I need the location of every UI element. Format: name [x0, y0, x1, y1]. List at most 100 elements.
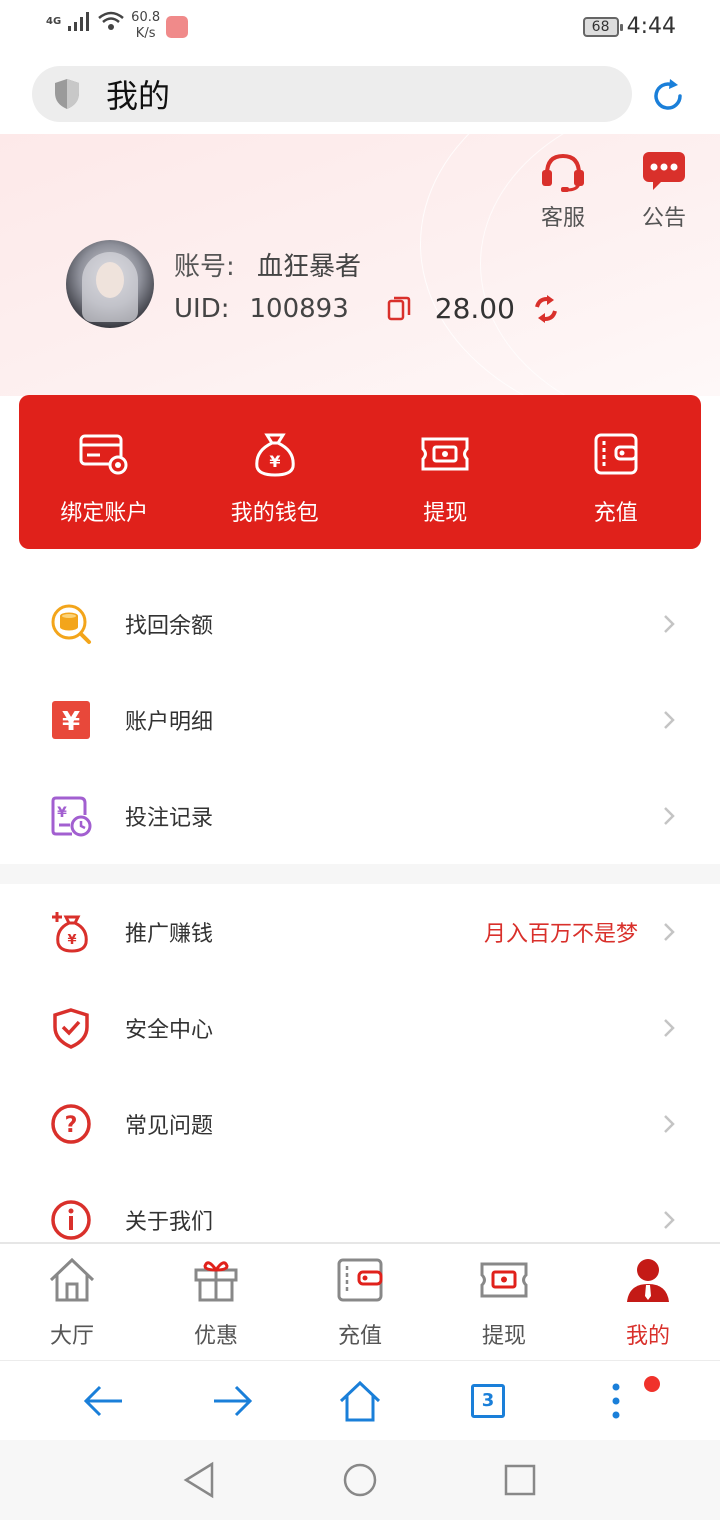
network-type: 4G — [46, 16, 62, 27]
menu-label: 常见问题 — [125, 1114, 214, 1139]
user-icon — [627, 1259, 669, 1302]
menu-group-2: ¥ 推广赚钱 月入百万不是梦 安全中心 ? 常见问题 关于我们 — [0, 884, 720, 1268]
status-left: 4G 60.8 K/s — [46, 10, 189, 42]
tab-label: 提现 — [481, 1324, 526, 1349]
tab-label: 优惠 — [193, 1324, 238, 1349]
menu-label: 投注记录 — [125, 806, 214, 831]
tabs-button[interactable]: 3 — [466, 1379, 510, 1423]
recharge-label: 充值 — [593, 501, 638, 526]
record-clock-icon: ¥ — [51, 796, 92, 837]
menu-label: 找回余额 — [125, 614, 214, 639]
menu-label: 安全中心 — [125, 1018, 214, 1043]
speed-unit: K/s — [135, 26, 156, 41]
ticket-cash-icon — [480, 1262, 528, 1298]
nav-back-icon[interactable] — [180, 1460, 220, 1500]
browser-toolbar: 3 — [0, 1360, 720, 1440]
message-icon — [643, 152, 685, 190]
account-row: 账号: 血狂暴者 — [174, 246, 361, 283]
chevron-right-icon — [664, 807, 675, 825]
svg-text:¥: ¥ — [269, 452, 280, 471]
svg-text:¥: ¥ — [62, 707, 80, 737]
menu-item-promote-earn[interactable]: ¥ 推广赚钱 月入百万不是梦 — [0, 884, 720, 980]
tab-mine[interactable]: 我的 — [576, 1244, 720, 1360]
network-speed: 60.8 K/s — [131, 10, 160, 42]
wallet-icon — [337, 1258, 383, 1302]
system-nav-bar — [0, 1440, 720, 1520]
more-menu-icon[interactable] — [594, 1379, 638, 1423]
svg-text:¥: ¥ — [67, 933, 76, 948]
menu-label: 关于我们 — [125, 1210, 214, 1235]
status-bar: 4G 60.8 K/s 68 4:44 — [0, 0, 720, 56]
chevron-right-icon — [664, 1019, 675, 1037]
nav-recents-icon[interactable] — [500, 1460, 540, 1500]
recharge-button[interactable]: 充值 — [531, 395, 702, 549]
uid-row: UID: 100893 28.00 — [174, 292, 561, 325]
account-label: 账号: — [174, 252, 235, 282]
battery-icon: 68 — [582, 16, 623, 37]
menu-item-security-center[interactable]: 安全中心 — [0, 980, 720, 1076]
page-title: 我的 — [106, 77, 171, 115]
avatar-face — [96, 262, 124, 298]
tab-promotions[interactable]: 优惠 — [144, 1244, 288, 1360]
forward-arrow-icon[interactable] — [210, 1379, 254, 1423]
copy-icon[interactable] — [387, 296, 411, 322]
shield-icon — [55, 79, 79, 109]
account-name: 血狂暴者 — [257, 252, 362, 282]
profile-header: 客服 公告 账号: 血狂暴者 UID: 100893 28.00 — [0, 134, 720, 396]
chevron-right-icon — [664, 615, 675, 633]
wallet-icon — [594, 433, 638, 475]
swap-refresh-icon[interactable] — [531, 294, 561, 323]
withdraw-button[interactable]: 提现 — [360, 395, 531, 549]
chevron-right-icon — [664, 711, 675, 729]
menu-item-faq[interactable]: ? 常见问题 — [0, 1076, 720, 1172]
withdraw-label: 提现 — [423, 501, 468, 526]
uid-value: 100893 — [249, 293, 349, 324]
menu-item-account-details[interactable]: ¥ 账户明细 — [0, 672, 720, 768]
menu-label: 推广赚钱 — [125, 922, 214, 947]
announcement-label: 公告 — [641, 206, 686, 231]
yuan-doc-icon: ¥ — [52, 701, 90, 739]
bind-account-label: 绑定账户 — [60, 501, 149, 526]
money-bag-icon: ¥ — [255, 433, 295, 477]
tab-label: 充值 — [337, 1324, 382, 1349]
home-icon — [49, 1257, 95, 1302]
announcement-button[interactable]: 公告 — [629, 150, 699, 232]
tab-withdraw[interactable]: 提现 — [432, 1244, 576, 1360]
bind-account-button[interactable]: 绑定账户 — [19, 395, 190, 549]
section-divider — [0, 864, 720, 884]
shield-check-icon — [53, 1008, 89, 1049]
headset-icon — [542, 153, 584, 192]
question-circle-icon: ? — [51, 1104, 91, 1144]
notification-dot — [644, 1376, 660, 1392]
quick-actions-panel: 绑定账户 ¥ 我的钱包 提现 充值 — [19, 395, 701, 549]
back-arrow-icon[interactable] — [82, 1379, 126, 1423]
customer-service-label: 客服 — [540, 206, 585, 231]
menu-item-recover-balance[interactable]: 找回余额 — [0, 576, 720, 672]
customer-service-button[interactable]: 客服 — [528, 150, 598, 232]
clock: 4:44 — [626, 14, 676, 39]
wifi-icon — [98, 11, 124, 30]
menu-group-1: 找回余额 ¥ 账户明细 ¥ 投注记录 — [0, 576, 720, 864]
bottom-tab-bar: 大厅 优惠 充值 提现 我的 — [0, 1242, 720, 1360]
menu-label: 账户明细 — [125, 710, 214, 735]
tab-recharge[interactable]: 充值 — [288, 1244, 432, 1360]
status-right: 68 4:44 — [582, 14, 676, 39]
nav-home-icon[interactable] — [340, 1460, 380, 1500]
app-notification-icon — [166, 16, 189, 38]
svg-text:?: ? — [65, 1113, 78, 1138]
chevron-right-icon — [664, 923, 675, 941]
info-circle-icon — [51, 1200, 91, 1240]
my-wallet-button[interactable]: ¥ 我的钱包 — [190, 395, 361, 549]
money-bag-plus-icon: ¥ — [52, 912, 88, 953]
menu-item-bet-records[interactable]: ¥ 投注记录 — [0, 768, 720, 864]
home-icon[interactable] — [338, 1379, 382, 1423]
coin-search-icon — [51, 604, 91, 644]
tab-lobby[interactable]: 大厅 — [0, 1244, 144, 1360]
balance-value: 28.00 — [434, 292, 515, 325]
address-bar[interactable]: 我的 — [32, 66, 632, 122]
refresh-icon[interactable] — [648, 76, 688, 116]
promo-slogan: 月入百万不是梦 — [483, 922, 638, 947]
tab-label: 我的 — [625, 1324, 670, 1349]
ticket-cash-icon — [421, 437, 469, 471]
avatar[interactable] — [66, 240, 154, 328]
